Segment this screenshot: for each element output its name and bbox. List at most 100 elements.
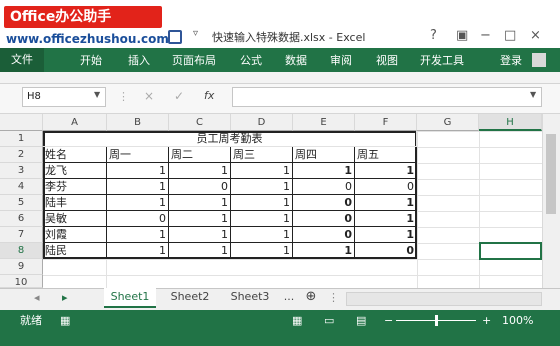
attendance-cell[interactable]: 1 — [107, 243, 169, 259]
row-header-3[interactable]: 3 — [0, 163, 43, 179]
attendance-cell[interactable]: 1 — [231, 211, 293, 227]
tab-view[interactable]: 视图 — [376, 52, 398, 68]
tab-formulas[interactable]: 公式 — [240, 52, 262, 68]
active-cell-h8[interactable] — [479, 242, 542, 260]
row-header-1[interactable]: 1 — [0, 131, 43, 147]
attendance-cell[interactable]: 1 — [355, 195, 417, 211]
insert-function-icon[interactable]: fx — [204, 89, 214, 102]
page-layout-view-icon[interactable]: ▭ — [324, 313, 334, 329]
attendance-cell[interactable]: 0 — [293, 211, 355, 227]
formula-input[interactable] — [232, 87, 542, 107]
employee-name-cell[interactable]: 龙飞 — [43, 163, 107, 179]
table-title[interactable]: 员工周考勤表 — [43, 131, 417, 147]
close-button[interactable]: × — [530, 28, 541, 43]
next-sheet-icon[interactable]: ▸ — [62, 291, 68, 304]
zoom-slider-thumb[interactable] — [435, 315, 438, 326]
attendance-cell[interactable]: 0 — [355, 179, 417, 195]
attendance-cell[interactable]: 0 — [355, 243, 417, 259]
attendance-cell[interactable]: 1 — [169, 195, 231, 211]
tab-data[interactable]: 数据 — [285, 52, 307, 68]
row-header-6[interactable]: 6 — [0, 211, 43, 227]
drag-handle-icon[interactable]: ⋮ — [118, 90, 129, 103]
employee-name-cell[interactable]: 陆丰 — [43, 195, 107, 211]
table-header-cell[interactable]: 周三 — [231, 147, 293, 163]
sheet-tab-1[interactable]: Sheet1 — [104, 288, 156, 308]
row-header-9[interactable]: 9 — [0, 259, 43, 275]
zoom-in-button[interactable]: + — [482, 313, 491, 329]
col-header-d[interactable]: D — [231, 114, 293, 131]
attendance-cell[interactable]: 1 — [355, 163, 417, 179]
ribbon-display-icon[interactable]: ▣ — [456, 28, 468, 43]
save-icon[interactable] — [168, 30, 182, 44]
attendance-cell[interactable]: 1 — [231, 179, 293, 195]
drag-handle-icon[interactable]: ⋮ — [328, 291, 339, 304]
tab-file[interactable]: 文件 — [0, 48, 44, 72]
col-header-h[interactable]: H — [479, 114, 542, 131]
enter-icon[interactable]: ✓ — [174, 89, 184, 103]
macro-record-icon[interactable]: ▦ — [60, 313, 70, 329]
row-header-7[interactable]: 7 — [0, 227, 43, 243]
login-link[interactable]: 登录 — [500, 52, 522, 68]
cancel-icon[interactable]: × — [144, 89, 154, 103]
attendance-cell[interactable]: 1 — [169, 211, 231, 227]
attendance-cell[interactable]: 1 — [231, 227, 293, 243]
attendance-cell[interactable]: 1 — [107, 195, 169, 211]
horizontal-scrollbar[interactable] — [346, 292, 542, 306]
tab-developer[interactable]: 开发工具 — [420, 52, 464, 68]
attendance-cell[interactable]: 1 — [169, 227, 231, 243]
more-sheets-button[interactable]: ... — [280, 288, 298, 308]
attendance-cell[interactable]: 1 — [293, 243, 355, 259]
row-header-2[interactable]: 2 — [0, 147, 43, 163]
tab-home[interactable]: 开始 — [80, 52, 102, 68]
employee-name-cell[interactable]: 吴敏 — [43, 211, 107, 227]
employee-name-cell[interactable]: 陆民 — [43, 243, 107, 259]
chevron-down-icon[interactable]: ▼ — [94, 90, 100, 99]
attendance-cell[interactable]: 1 — [107, 163, 169, 179]
attendance-cell[interactable]: 1 — [293, 163, 355, 179]
attendance-cell[interactable]: 0 — [107, 211, 169, 227]
scroll-thumb[interactable] — [546, 134, 556, 214]
table-header-cell[interactable]: 周五 — [355, 147, 417, 163]
attendance-cell[interactable]: 1 — [107, 179, 169, 195]
table-header-cell[interactable]: 姓名 — [43, 147, 107, 163]
select-all-corner[interactable] — [0, 114, 43, 131]
minimize-button[interactable]: − — [480, 28, 491, 43]
row-header-5[interactable]: 5 — [0, 195, 43, 211]
col-header-c[interactable]: C — [169, 114, 231, 131]
attendance-cell[interactable]: 1 — [107, 227, 169, 243]
col-header-f[interactable]: F — [355, 114, 417, 131]
row-header-4[interactable]: 4 — [0, 179, 43, 195]
help-button[interactable]: ? — [430, 28, 437, 43]
col-header-a[interactable]: A — [43, 114, 107, 131]
col-header-g[interactable]: G — [417, 114, 479, 131]
normal-view-icon[interactable]: ▦ — [292, 313, 302, 329]
sheet-tab-2[interactable]: Sheet2 — [162, 288, 218, 308]
account-avatar[interactable] — [532, 53, 546, 67]
attendance-cell[interactable]: 0 — [293, 227, 355, 243]
attendance-cell[interactable]: 1 — [231, 195, 293, 211]
sheet-tab-3[interactable]: Sheet3 — [222, 288, 278, 308]
vertical-scrollbar[interactable] — [542, 114, 560, 288]
table-header-cell[interactable]: 周一 — [107, 147, 169, 163]
zoom-out-button[interactable]: − — [384, 313, 393, 329]
attendance-cell[interactable]: 0 — [293, 179, 355, 195]
attendance-cell[interactable]: 1 — [169, 163, 231, 179]
employee-name-cell[interactable]: 李芬 — [43, 179, 107, 195]
attendance-cell[interactable]: 1 — [169, 243, 231, 259]
expand-formula-bar-icon[interactable]: ▼ — [530, 90, 536, 99]
col-header-b[interactable]: B — [107, 114, 169, 131]
tab-review[interactable]: 审阅 — [330, 52, 352, 68]
table-header-cell[interactable]: 周二 — [169, 147, 231, 163]
attendance-cell[interactable]: 1 — [231, 163, 293, 179]
attendance-cell[interactable]: 1 — [355, 227, 417, 243]
attendance-cell[interactable]: 0 — [169, 179, 231, 195]
tab-page-layout[interactable]: 页面布局 — [172, 52, 216, 68]
restore-button[interactable]: □ — [504, 28, 516, 43]
attendance-cell[interactable]: 1 — [231, 243, 293, 259]
attendance-cell[interactable]: 0 — [293, 195, 355, 211]
col-header-e[interactable]: E — [293, 114, 355, 131]
row-header-8[interactable]: 8 — [0, 243, 43, 259]
quick-access-dropdown-icon[interactable]: ▿ — [193, 28, 198, 39]
row-header-10[interactable]: 10 — [0, 275, 43, 288]
add-sheet-icon[interactable]: ⊕ — [302, 288, 320, 308]
